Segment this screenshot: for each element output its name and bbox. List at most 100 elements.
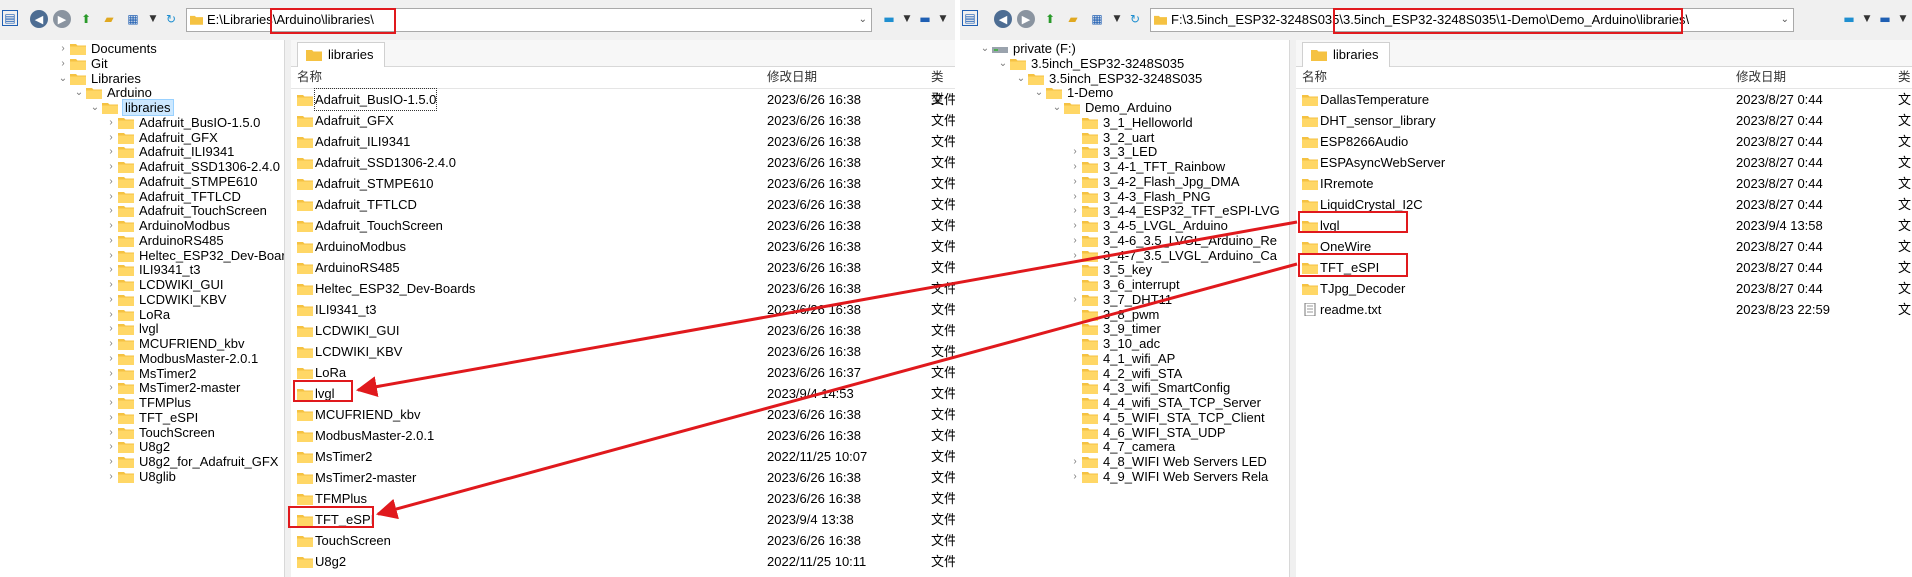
- table-row[interactable]: TFT_eSPI 2023/8/27 0:44 文: [1296, 257, 1912, 278]
- left-address-bar[interactable]: E:\Libraries\Arduino\libraries\ ⌄: [186, 8, 872, 32]
- monitor-icon[interactable]: ▬: [880, 10, 898, 28]
- chevron-down-icon[interactable]: ⌄: [996, 55, 1010, 73]
- chevron-down-icon[interactable]: ⌄: [88, 99, 102, 117]
- folder-icon: [118, 191, 134, 203]
- tree-item-label: Arduino: [107, 85, 152, 101]
- column-name[interactable]: 名称: [1302, 66, 1327, 88]
- folder-icon: [297, 284, 313, 295]
- table-row[interactable]: Adafruit_TFTLCD 2023/6/26 16:38 文件: [291, 194, 955, 215]
- up-folder-icon[interactable]: ⬆: [77, 10, 95, 28]
- back-icon[interactable]: ◀: [30, 10, 48, 28]
- table-row[interactable]: ESPAsyncWebServer 2023/8/27 0:44 文: [1296, 152, 1912, 173]
- back-icon[interactable]: ◀: [994, 10, 1012, 28]
- file-name: DHT_sensor_library: [1320, 113, 1436, 128]
- forward-icon[interactable]: ▶: [1017, 10, 1035, 28]
- refresh-icon[interactable]: ↻: [1126, 10, 1144, 28]
- monitor-icon[interactable]: ▬: [916, 10, 934, 28]
- chevron-down-icon[interactable]: ⌄: [859, 9, 867, 31]
- table-row[interactable]: Adafruit_GFX 2023/6/26 16:38 文件: [291, 110, 955, 131]
- file-type: 文件: [931, 470, 955, 485]
- table-row[interactable]: Adafruit_BusIO-1.5.0 2023/6/26 16:38 文件: [291, 88, 955, 111]
- table-row[interactable]: TFMPlus 2023/6/26 16:38 文件: [291, 488, 955, 509]
- right-address-bar[interactable]: F:\3.5inch_ESP32-3248S035\3.5inch_ESP32-…: [1150, 8, 1794, 32]
- table-row[interactable]: ModbusMaster-2.0.1 2023/6/26 16:38 文件: [291, 425, 955, 446]
- tree-item-label: LCDWIKI_GUI: [139, 277, 224, 292]
- left-tab-libraries[interactable]: libraries: [297, 42, 385, 67]
- table-row[interactable]: LoRa 2023/6/26 16:37 文件: [291, 362, 955, 383]
- folder-icon: [118, 442, 134, 454]
- table-row[interactable]: MsTimer2 2022/11/25 10:07 文件: [291, 446, 955, 467]
- table-row[interactable]: ArduinoRS485 2023/6/26 16:38 文件: [291, 257, 955, 278]
- table-row[interactable]: readme.txt 2023/8/23 22:59 文: [1296, 299, 1912, 320]
- view-dropdown-icon[interactable]: ▼: [144, 10, 162, 28]
- folder-icon[interactable]: ▰: [100, 10, 118, 28]
- table-row[interactable]: DHT_sensor_library 2023/8/27 0:44 文: [1296, 110, 1912, 131]
- chevron-down-icon[interactable]: ⌄: [1032, 84, 1046, 102]
- table-row[interactable]: MCUFRIEND_kbv 2023/6/26 16:38 文件: [291, 404, 955, 425]
- chevron-down-icon[interactable]: ⌄: [978, 40, 992, 58]
- chevron-right-icon[interactable]: ›: [104, 468, 118, 486]
- table-row[interactable]: MsTimer2-master 2023/6/26 16:38 文件: [291, 467, 955, 488]
- column-date[interactable]: 修改日期: [1736, 66, 1786, 88]
- tree-item-label: 4_4_wifi_STA_TCP_Server: [1103, 395, 1261, 410]
- tree-item-label: libraries: [122, 99, 174, 116]
- table-row[interactable]: lvgl 2023/9/4 14:53 文件: [291, 383, 955, 404]
- table-row[interactable]: U8g2 2022/11/25 10:11 文件: [291, 551, 955, 572]
- chevron-down-icon[interactable]: ⌄: [72, 84, 86, 102]
- right-tab-libraries[interactable]: libraries: [1302, 42, 1390, 67]
- table-row[interactable]: TouchScreen 2023/6/26 16:38 文件: [291, 530, 955, 551]
- chevron-down-icon[interactable]: ⌄: [1050, 99, 1064, 117]
- view-grid-icon[interactable]: ▦: [1088, 10, 1106, 28]
- column-type[interactable]: 类: [1898, 66, 1911, 88]
- table-row[interactable]: Adafruit_SSD1306-2.4.0 2023/6/26 16:38 文件: [291, 152, 955, 173]
- table-row[interactable]: LCDWIKI_KBV 2023/6/26 16:38 文件: [291, 341, 955, 362]
- text-file-icon: [1304, 303, 1316, 316]
- table-row[interactable]: LiquidCrystal_I2C 2023/8/27 0:44 文: [1296, 194, 1912, 215]
- tree-item-label: MsTimer2: [139, 365, 197, 381]
- table-row[interactable]: Adafruit_TouchScreen 2023/6/26 16:38 文件: [291, 215, 955, 236]
- left-tab-bar: libraries: [291, 40, 955, 67]
- table-row[interactable]: DallasTemperature 2023/8/27 0:44 文: [1296, 89, 1912, 110]
- chevron-down-icon[interactable]: ⌄: [56, 70, 70, 88]
- monitor-icon[interactable]: ▬: [1876, 10, 1894, 28]
- forward-icon[interactable]: ▶: [53, 10, 71, 28]
- table-row[interactable]: IRremote 2023/8/27 0:44 文: [1296, 173, 1912, 194]
- table-row[interactable]: Heltec_ESP32_Dev-Boards 2023/6/26 16:38 文件: [291, 278, 955, 299]
- column-name[interactable]: 名称: [297, 66, 322, 88]
- table-row[interactable]: ArduinoModbus 2023/6/26 16:38 文件: [291, 236, 955, 257]
- chevron-right-icon[interactable]: ›: [1068, 468, 1082, 486]
- panel-icon[interactable]: ▤: [962, 10, 978, 26]
- tree-item[interactable]: › U8glib: [104, 468, 176, 486]
- folder-icon: [297, 410, 313, 421]
- table-row[interactable]: Adafruit_ILI9341 2023/6/26 16:38 文件: [291, 131, 955, 152]
- refresh-icon[interactable]: ↻: [162, 10, 180, 28]
- table-row[interactable]: ILI9341_t3 2023/6/26 16:38 文件: [291, 299, 955, 320]
- table-row[interactable]: LCDWIKI_GUI 2023/6/26 16:38 文件: [291, 320, 955, 341]
- view-dropdown-icon[interactable]: ▼: [1108, 10, 1126, 28]
- folder-icon[interactable]: ▰: [1064, 10, 1082, 28]
- table-row[interactable]: ESP8266Audio 2023/8/27 0:44 文: [1296, 131, 1912, 152]
- chevron-down-icon[interactable]: ⌄: [1781, 9, 1789, 31]
- monitor-icon[interactable]: ▬: [1840, 10, 1858, 28]
- view-grid-icon[interactable]: ▦: [124, 10, 142, 28]
- file-name: LiquidCrystal_I2C: [1320, 197, 1423, 212]
- dropdown-icon[interactable]: ▼: [1858, 10, 1876, 28]
- table-row[interactable]: TJpg_Decoder 2023/8/27 0:44 文: [1296, 278, 1912, 299]
- folder-icon: [70, 58, 86, 70]
- table-row[interactable]: OneWire 2023/8/27 0:44 文: [1296, 236, 1912, 257]
- panel-icon[interactable]: ▤: [2, 10, 18, 26]
- file-type: 文件: [931, 197, 955, 212]
- file-type: 文件: [931, 533, 955, 548]
- folder-icon: [1082, 324, 1098, 336]
- table-row[interactable]: Adafruit_STMPE610 2023/6/26 16:38 文件: [291, 173, 955, 194]
- dropdown-icon[interactable]: ▼: [1894, 10, 1912, 28]
- table-row[interactable]: TFT_eSPI 2023/9/4 13:38 文件: [291, 509, 955, 530]
- file-type: 文: [1898, 197, 1912, 212]
- table-row[interactable]: lvgl 2023/9/4 13:58 文: [1296, 215, 1912, 236]
- up-folder-icon[interactable]: ⬆: [1041, 10, 1059, 28]
- chevron-down-icon[interactable]: ⌄: [1014, 70, 1028, 88]
- tree-item[interactable]: › 4_9_WIFI Web Servers Rela: [1068, 468, 1268, 486]
- column-date[interactable]: 修改日期: [767, 66, 817, 88]
- dropdown-icon[interactable]: ▼: [934, 10, 952, 28]
- dropdown-icon[interactable]: ▼: [898, 10, 916, 28]
